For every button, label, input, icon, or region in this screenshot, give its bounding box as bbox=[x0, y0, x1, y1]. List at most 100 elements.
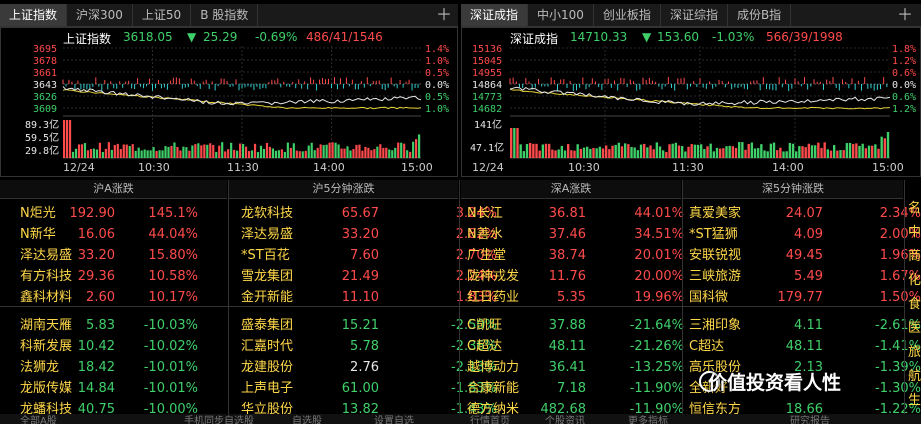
stock-row[interactable]: C超达 48.11 -1.41% bbox=[683, 336, 921, 357]
sh-pct-label-5: 1.0% bbox=[425, 104, 450, 115]
stock-row[interactable]: 广生堂 38.74 20.01% bbox=[461, 245, 684, 266]
sz-time-label-2: 14:00 bbox=[772, 161, 804, 174]
bottom-tab-research[interactable]: 研究报告 bbox=[790, 414, 830, 424]
stock-name: N长江 bbox=[467, 206, 503, 221]
sz-y-label-0: 15136 bbox=[472, 44, 503, 55]
sh-y-label-0: 3695 bbox=[33, 44, 58, 55]
tab-chinext[interactable]: 创业板指 bbox=[594, 4, 661, 26]
stock-row[interactable]: 法狮龙 18.42 -10.01% bbox=[0, 357, 228, 378]
sz-vol-label-0: 141亿 bbox=[474, 120, 503, 131]
sector-label[interactable]: 航 bbox=[908, 366, 921, 387]
stock-row[interactable]: C超达 48.11 -21.26% bbox=[461, 336, 684, 357]
stock-row[interactable]: 国科微 179.77 1.50% bbox=[683, 287, 921, 308]
stock-price: 14.84 bbox=[77, 381, 115, 396]
sector-label[interactable]: 化 bbox=[908, 270, 921, 291]
sz-index-chart[interactable]: 深证成指 14710.33 ▼ 153.60 -1.03% 566/39/199… bbox=[461, 27, 921, 177]
stock-change-pct: 20.01% bbox=[634, 248, 684, 263]
bottom-tab-stock-news[interactable]: 个股资讯 bbox=[545, 414, 585, 424]
stock-row[interactable]: 盛泰集团 15.21 -2.50% bbox=[229, 315, 497, 336]
stock-row[interactable]: N长江 36.81 44.01% bbox=[461, 203, 684, 224]
stock-row[interactable]: 龙版传媒 14.84 -10.01% bbox=[0, 378, 228, 399]
bottom-tab-market-home[interactable]: 行情首页 bbox=[470, 414, 510, 424]
stock-row[interactable]: 湖南天雁 5.83 -10.03% bbox=[0, 315, 228, 336]
bottom-tab-more-indicators[interactable]: 更多指标 bbox=[628, 414, 668, 424]
stock-row[interactable]: 泽达易盛 33.20 15.80% bbox=[0, 245, 228, 266]
board-header-sh-a[interactable]: 沪A涨跌 bbox=[0, 180, 227, 199]
stock-row[interactable]: 科新发展 10.42 -10.02% bbox=[0, 336, 228, 357]
sector-label[interactable]: 中 bbox=[908, 222, 921, 243]
sz-pct-label-3: 0.0% bbox=[892, 80, 917, 91]
stock-row[interactable]: 合康新能 7.18 -11.90% bbox=[461, 378, 684, 399]
add-tab-left-plus-icon[interactable]: ＋ bbox=[434, 4, 454, 26]
tab-sse50[interactable]: 上证50 bbox=[133, 4, 192, 26]
stock-change-pct: 10.58% bbox=[148, 269, 198, 284]
sz-y-label-4: 14773 bbox=[472, 92, 503, 103]
tab-shenzhen-component[interactable]: 深证成指 bbox=[461, 4, 529, 26]
sector-label[interactable]: 商 bbox=[908, 246, 921, 267]
stock-row[interactable]: 真爱美家 24.07 2.34% bbox=[683, 203, 921, 224]
stock-row[interactable]: 三峡旅游 5.49 1.67% bbox=[683, 266, 921, 287]
stock-row[interactable]: 雪龙集团 21.49 2.24% bbox=[229, 266, 497, 287]
stock-row[interactable]: 泽达易盛 33.20 2.82% bbox=[229, 224, 497, 245]
bottom-tab-all-a[interactable]: 全部A股 bbox=[20, 414, 57, 424]
stock-row[interactable]: N炬光 192.90 145.1% bbox=[0, 203, 228, 224]
stock-row[interactable]: 上声电子 61.00 -1.83% bbox=[229, 378, 497, 399]
sector-label[interactable]: 医 bbox=[908, 318, 921, 339]
gainers-losers-divider bbox=[0, 306, 904, 307]
stock-row[interactable]: 三湘印象 4.11 -2.61% bbox=[683, 315, 921, 336]
stock-name: 泽达易盛 bbox=[241, 227, 294, 242]
bottom-tab-mobile-sync[interactable]: 手机同步自选股 bbox=[184, 414, 254, 424]
stock-row[interactable]: 龙建股份 2.76 -2.13% bbox=[229, 357, 497, 378]
stock-row[interactable]: *ST猛狮 4.09 2.00% bbox=[683, 224, 921, 245]
stock-row[interactable]: N新华 16.06 44.04% bbox=[0, 224, 228, 245]
stock-row[interactable]: 有方科技 29.36 10.58% bbox=[0, 266, 228, 287]
sh-time-label-1: 11:30 bbox=[227, 161, 259, 174]
stock-price: 179.77 bbox=[777, 290, 824, 305]
stock-price: 49.45 bbox=[785, 248, 823, 263]
tab-sme100[interactable]: 中小100 bbox=[528, 4, 594, 26]
stock-price: 192.90 bbox=[69, 206, 116, 221]
tab-shanghai-composite[interactable]: 上证指数 bbox=[0, 4, 68, 26]
stock-row[interactable]: 鑫科材料 2.60 10.17% bbox=[0, 287, 228, 308]
stock-row[interactable]: C凯旺 37.88 -21.64% bbox=[461, 315, 684, 336]
bottom-tab-set-watchlist[interactable]: 设置自选 bbox=[374, 414, 414, 424]
stock-row[interactable]: 红日药业 5.35 19.96% bbox=[461, 287, 684, 308]
stock-row[interactable]: 汇嘉时代 5.78 -2.36% bbox=[229, 336, 497, 357]
stock-row[interactable]: 越博动力 36.41 -13.25% bbox=[461, 357, 684, 378]
stock-row[interactable]: 龙软科技 65.67 3.24% bbox=[229, 203, 497, 224]
sector-label[interactable]: 名 bbox=[908, 198, 921, 219]
sz-date-label: 12/24 bbox=[472, 161, 504, 174]
bottom-tab-watchlist[interactable]: 自选股 bbox=[292, 414, 322, 424]
sh-index-chart[interactable]: 上证指数 3618.05 ▼ 25.29 -0.69% 486/41/1546 … bbox=[0, 27, 458, 177]
tab-component-b[interactable]: 成份B指 bbox=[728, 4, 792, 26]
sector-label[interactable]: 旅 bbox=[908, 342, 921, 363]
stock-price: 5.49 bbox=[794, 269, 823, 284]
stock-name: 广生堂 bbox=[467, 248, 507, 263]
bottom-toolbar: 全部A股 手机同步自选股 自选股 设置自选 行情首页 个股资讯 更多指标 研究报… bbox=[0, 414, 921, 424]
board-header-sh-5min[interactable]: 沪5分钟涨跌 bbox=[229, 180, 458, 199]
stock-name: 法狮龙 bbox=[20, 360, 60, 375]
sz-pct-label-1: 1.2% bbox=[892, 56, 917, 67]
board-header-sz-5min[interactable]: 深5分钟涨跌 bbox=[683, 180, 903, 199]
stock-row[interactable]: N善水 37.46 34.51% bbox=[461, 224, 684, 245]
stock-row[interactable]: 陇神戎发 11.76 20.00% bbox=[461, 266, 684, 287]
tab-sz-composite[interactable]: 深证综指 bbox=[661, 4, 728, 26]
stock-row[interactable]: 金开新能 11.10 1.83% bbox=[229, 287, 497, 308]
stock-change-pct: -21.64% bbox=[629, 318, 684, 333]
sector-label[interactable]: 食 bbox=[908, 294, 921, 315]
add-tab-right-plus-icon[interactable]: ＋ bbox=[895, 4, 915, 26]
stock-name: 三湘印象 bbox=[689, 318, 742, 333]
board-header-sz-a[interactable]: 深A涨跌 bbox=[461, 180, 681, 199]
board-divider bbox=[682, 180, 683, 414]
stock-change-pct: -11.90% bbox=[629, 381, 684, 396]
board-divider bbox=[904, 180, 905, 414]
stock-row[interactable]: 安联锐视 49.45 1.96% bbox=[683, 245, 921, 266]
tab-b-share[interactable]: B 股指数 bbox=[191, 4, 259, 26]
sh-pct-label-3: 0.0% bbox=[425, 80, 450, 91]
tab-csi300[interactable]: 沪深300 bbox=[67, 4, 133, 26]
stock-price: 10.42 bbox=[77, 339, 115, 354]
stock-price: 33.20 bbox=[341, 227, 379, 242]
stock-row[interactable]: *ST百花 7.60 2.70% bbox=[229, 245, 497, 266]
sz-pct-label-4: 0.6% bbox=[892, 92, 917, 103]
sector-label[interactable]: 生 bbox=[908, 390, 921, 411]
